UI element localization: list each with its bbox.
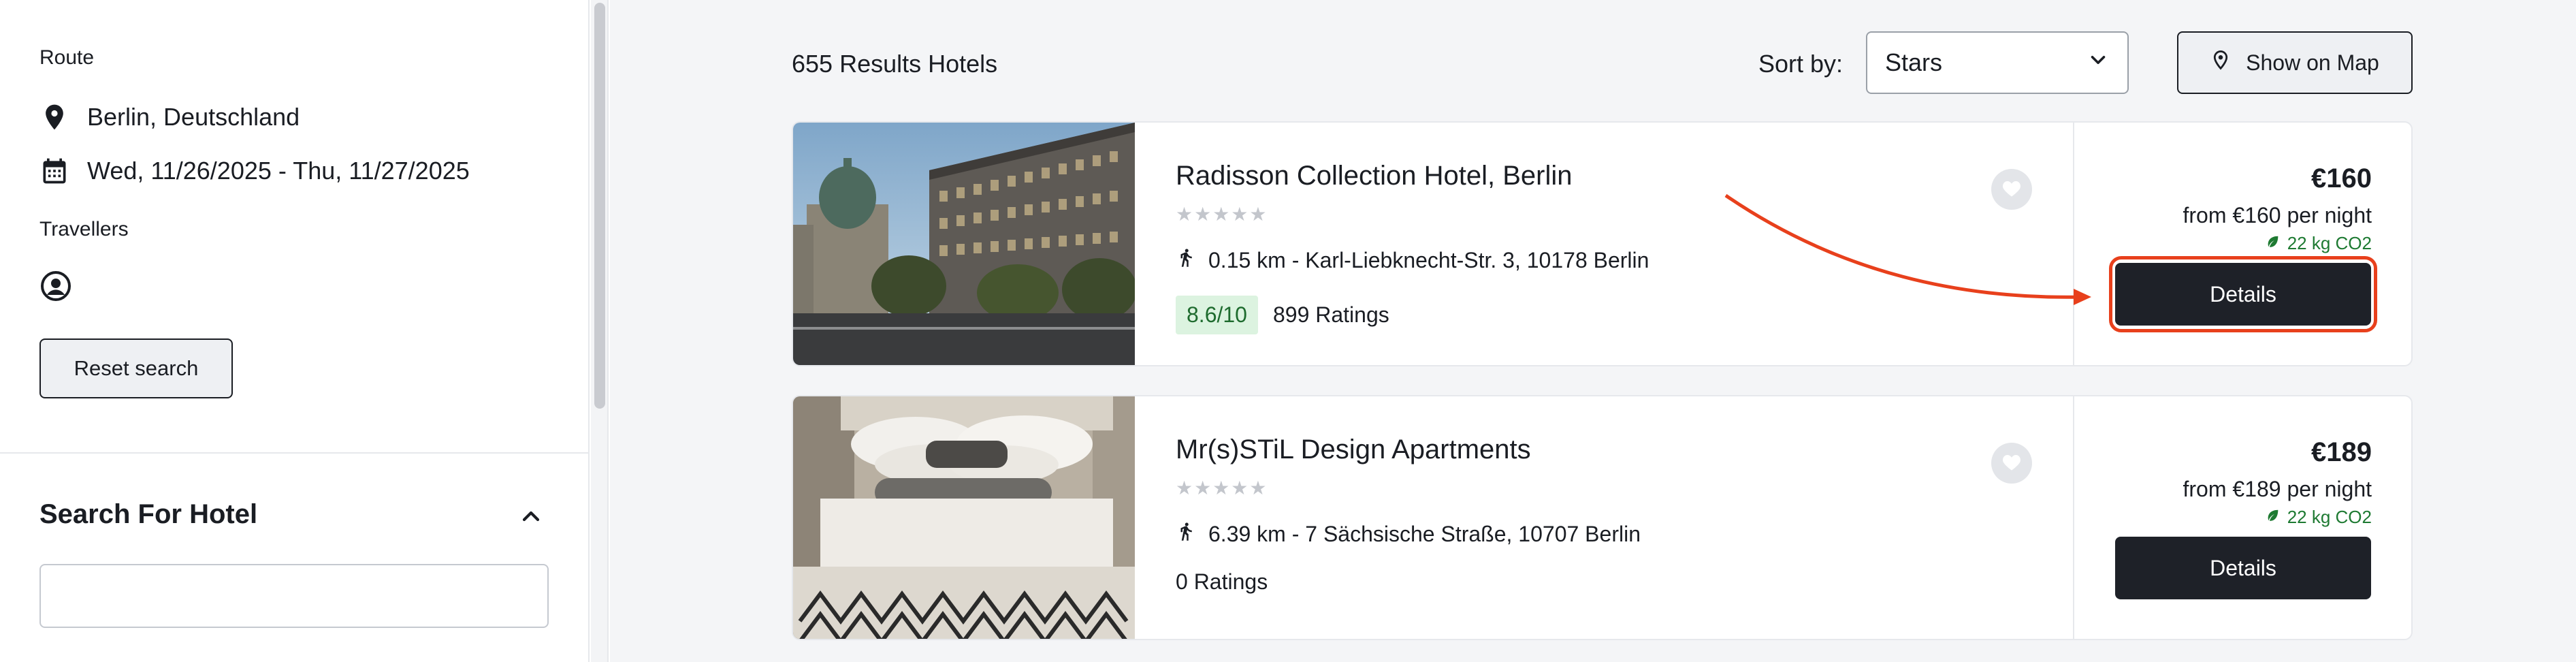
- results-count: 655 Results Hotels: [792, 50, 998, 78]
- hotel-address: 6.39 km - 7 Sächsische Straße, 10707 Ber…: [1176, 518, 1641, 550]
- co2-text: 22 kg CO2: [2287, 507, 2372, 527]
- rating-score-badge: 8.6/10: [1176, 296, 1258, 334]
- co2-info: 22 kg CO2: [2266, 507, 2372, 528]
- chevron-up-icon[interactable]: [517, 503, 545, 533]
- sidebar-divider: [0, 452, 590, 454]
- sort-select-value: Stars: [1885, 48, 1943, 76]
- favorite-button[interactable]: [1991, 443, 2032, 484]
- price-per-night: from €160 per night: [2183, 203, 2372, 227]
- hotel-address-text: 6.39 km - 7 Sächsische Straße, 10707 Ber…: [1208, 521, 1641, 546]
- map-pin-icon: [2210, 48, 2231, 77]
- hotel-search-input[interactable]: [39, 564, 549, 628]
- hotel-price: €189: [2311, 437, 2372, 467]
- route-label: Route: [39, 46, 95, 69]
- location-pin-icon: [39, 101, 69, 133]
- travellers-selector[interactable]: [39, 270, 72, 302]
- search-hotel-title: Search For Hotel: [39, 499, 258, 529]
- hotel-rating: 0 Ratings: [1176, 569, 1268, 595]
- co2-text: 22 kg CO2: [2287, 233, 2372, 253]
- walking-person-icon: [1176, 518, 1196, 550]
- hotel-photo[interactable]: [793, 123, 1135, 365]
- heart-icon: [2001, 178, 2022, 201]
- hotel-name[interactable]: Mr(s)STiL Design Apartments: [1176, 435, 1531, 465]
- hotel-name[interactable]: Radisson Collection Hotel, Berlin: [1176, 161, 1573, 191]
- travellers-label: Travellers: [39, 218, 129, 240]
- user-circle-icon: [39, 270, 72, 302]
- hotel-photo[interactable]: [793, 396, 1135, 639]
- annotation-highlight: [2109, 256, 2377, 332]
- heart-icon: [2001, 452, 2022, 475]
- route-location-text: Berlin, Deutschland: [87, 103, 300, 131]
- hotel-rating: 8.6/10 899 Ratings: [1176, 296, 1389, 334]
- price-panel: €189 from €189 per night 22 kg CO2 Detai…: [2073, 396, 2411, 639]
- ratings-count: 0 Ratings: [1176, 569, 1268, 594]
- sort-label: Sort by:: [1758, 50, 1844, 78]
- leaf-icon: [2266, 233, 2281, 254]
- calendar-icon: [39, 155, 69, 187]
- reset-search-button[interactable]: Reset search: [39, 338, 233, 398]
- hotel-address: 0.15 km - Karl-Liebknecht-Str. 3, 10178 …: [1176, 244, 1649, 277]
- ratings-count: 899 Ratings: [1272, 302, 1389, 327]
- leaf-icon: [2266, 507, 2281, 528]
- sidebar-scrollbar-thumb[interactable]: [594, 3, 605, 409]
- price-per-night: from €189 per night: [2183, 477, 2372, 501]
- walking-person-icon: [1176, 244, 1196, 277]
- details-button[interactable]: Details: [2115, 537, 2371, 599]
- sort-select[interactable]: Stars: [1866, 31, 2129, 94]
- route-dates-text: Wed, 11/26/2025 - Thu, 11/27/2025: [87, 157, 470, 185]
- hotel-star-rating: ★★★★★: [1176, 204, 1268, 225]
- hotel-star-rating: ★★★★★: [1176, 477, 1268, 499]
- filter-sidebar: Route Berlin, Deutschland Wed, 11/26/202…: [0, 0, 590, 662]
- co2-info: 22 kg CO2: [2266, 233, 2372, 254]
- show-on-map-label: Show on Map: [2246, 50, 2379, 75]
- hotel-card: Mr(s)STiL Design Apartments ★★★★★ 6.39 k…: [792, 395, 2413, 640]
- show-on-map-button[interactable]: Show on Map: [2177, 31, 2413, 94]
- hotel-price: €160: [2311, 163, 2372, 193]
- chevron-down-icon: [2087, 48, 2110, 78]
- hotel-address-text: 0.15 km - Karl-Liebknecht-Str. 3, 10178 …: [1208, 247, 1649, 272]
- route-dates[interactable]: Wed, 11/26/2025 - Thu, 11/27/2025: [39, 155, 470, 187]
- route-location[interactable]: Berlin, Deutschland: [39, 101, 300, 133]
- favorite-button[interactable]: [1991, 169, 2032, 210]
